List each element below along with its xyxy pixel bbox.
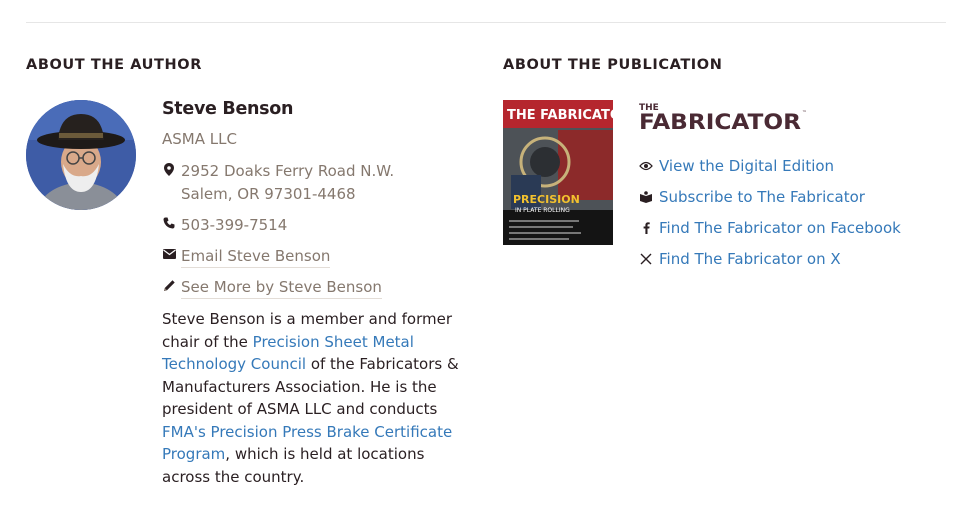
x-label: Find The Fabricator on X — [659, 250, 841, 268]
cover-headline: PRECISION — [513, 193, 580, 206]
more-row: See More by Steve Benson — [162, 276, 382, 299]
digital-edition-label: View the Digital Edition — [659, 157, 835, 175]
svg-text:FABRICATOR: FABRICATOR — [639, 110, 801, 132]
book-icon — [639, 189, 653, 205]
eye-icon — [639, 158, 653, 174]
cover-subheadline: IN PLATE ROLLING — [515, 207, 570, 214]
address-line-2: Salem, OR 97301-4468 — [181, 185, 356, 203]
phone-number[interactable]: 503-399-7514 — [181, 214, 287, 237]
magazine-cover[interactable]: THE FABRICATOR PRECISION IN PLATE ROLLIN… — [503, 100, 613, 245]
section-divider — [26, 22, 946, 23]
author-bio: Steve Benson is a member and former chai… — [162, 308, 462, 488]
x-icon — [639, 251, 653, 267]
about-publication-heading: ABOUT THE PUBLICATION — [503, 57, 723, 73]
author-name[interactable]: Steve Benson — [162, 99, 293, 119]
pencil-icon — [162, 276, 176, 294]
facebook-link[interactable]: Find The Fabricator on Facebook — [639, 219, 901, 237]
x-link[interactable]: Find The Fabricator on X — [639, 250, 841, 268]
facebook-label: Find The Fabricator on Facebook — [659, 219, 901, 237]
email-author-link[interactable]: Email Steve Benson — [181, 245, 331, 268]
map-pin-icon — [162, 160, 176, 178]
facebook-icon — [639, 220, 653, 236]
envelope-icon — [162, 245, 176, 263]
svg-text:™: ™ — [802, 110, 807, 116]
about-author-heading: ABOUT THE AUTHOR — [26, 57, 202, 73]
cover-masthead: THE FABRICATOR — [507, 108, 613, 123]
subscribe-link[interactable]: Subscribe to The Fabricator — [639, 188, 865, 206]
email-row: Email Steve Benson — [162, 245, 331, 268]
author-avatar — [26, 100, 136, 210]
phone-icon — [162, 214, 176, 232]
address-row: 2952 Doaks Ferry Road N.W. Salem, OR 973… — [162, 160, 394, 206]
phone-row: 503-399-7514 — [162, 214, 287, 237]
see-more-link[interactable]: See More by Steve Benson — [181, 276, 382, 299]
fabricator-logo[interactable]: THE FABRICATOR ™ — [639, 100, 809, 134]
address-line-1: 2952 Doaks Ferry Road N.W. — [181, 162, 395, 180]
address: 2952 Doaks Ferry Road N.W. Salem, OR 973… — [181, 160, 394, 206]
digital-edition-link[interactable]: View the Digital Edition — [639, 157, 834, 175]
author-company: ASMA LLC — [162, 130, 237, 148]
subscribe-label: Subscribe to The Fabricator — [659, 188, 865, 206]
